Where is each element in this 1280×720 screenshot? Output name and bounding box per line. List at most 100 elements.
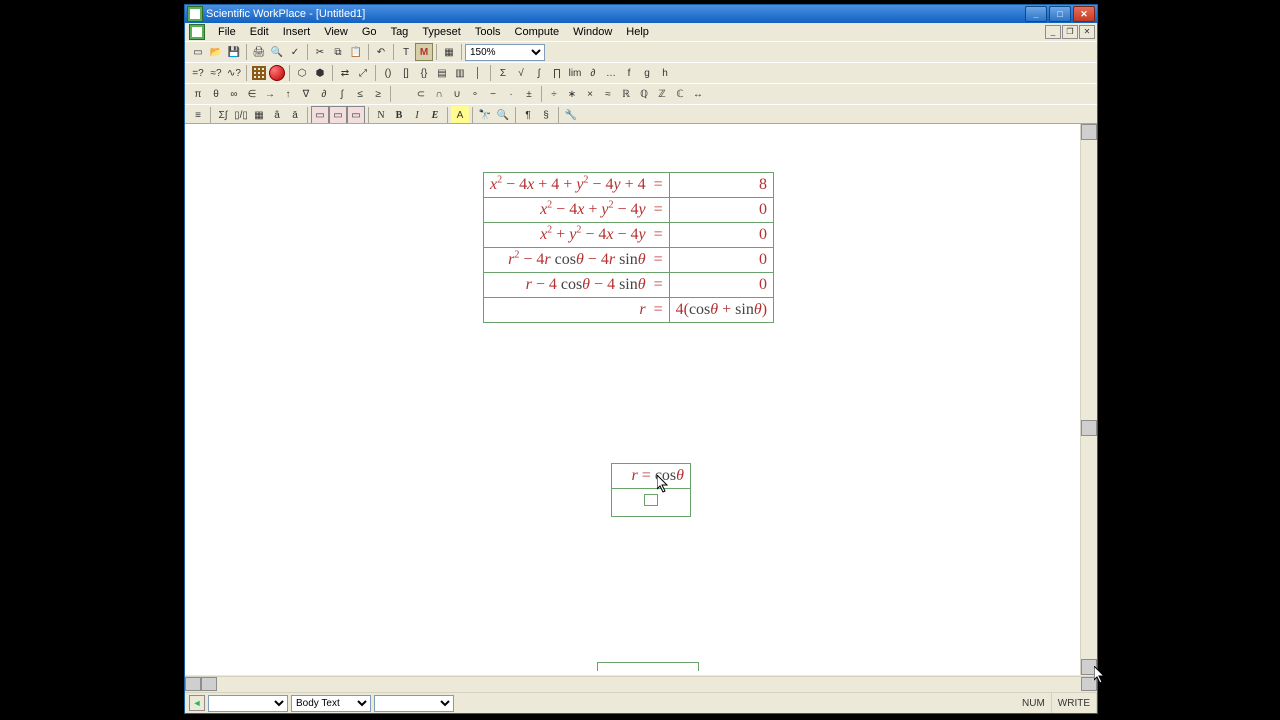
highlighter-icon[interactable]: A <box>451 106 469 124</box>
menu-edit[interactable]: Edit <box>243 25 276 39</box>
eq-cell[interactable]: x2 − 4x + y2 − 4y = <box>484 198 670 223</box>
empty-cell-placeholder[interactable] <box>644 494 658 506</box>
deriv-icon[interactable]: ∂ <box>584 64 602 82</box>
symbol-btn-4[interactable]: → <box>261 85 279 103</box>
fn3-icon[interactable]: h <box>656 64 674 82</box>
eval3-icon[interactable]: ∿? <box>225 64 243 82</box>
paren-icon[interactable]: () <box>379 64 397 82</box>
find-icon[interactable]: 🔍 <box>494 106 512 124</box>
emph-icon[interactable]: E <box>426 106 444 124</box>
scroll-up-icon[interactable] <box>1081 124 1097 140</box>
symbol-btn-10[interactable]: ≥ <box>369 85 387 103</box>
symbol-btn-21[interactable]: × <box>581 85 599 103</box>
equation-small[interactable]: r = cosθ <box>611 463 691 517</box>
hscroll-thumb[interactable] <box>201 677 217 691</box>
det-icon[interactable]: │ <box>469 64 487 82</box>
vector-icon[interactable]: ▥ <box>451 64 469 82</box>
sec-icon[interactable]: ▭ <box>311 106 329 124</box>
print-icon[interactable]: 🖨 <box>250 43 268 61</box>
maximize-button[interactable]: □ <box>1049 6 1071 22</box>
toggle-text-icon[interactable]: T <box>397 43 415 61</box>
symbol-btn-3[interactable]: ∈ <box>243 85 261 103</box>
eq-cell[interactable]: 4(cosθ + sinθ) <box>669 298 773 323</box>
scroll-left-icon[interactable] <box>185 677 201 691</box>
symbol-btn-23[interactable]: ℝ <box>617 85 635 103</box>
eq-cell[interactable]: r2 − 4r cosθ − 4r sinθ = <box>484 248 670 273</box>
table-row[interactable]: r − 4 cosθ − 4 sinθ = 0 <box>484 273 774 298</box>
sec3-icon[interactable]: ▭ <box>347 106 365 124</box>
binoculars-icon[interactable]: 🔭 <box>476 106 494 124</box>
tag-select[interactable] <box>374 695 454 712</box>
int-icon[interactable]: ∫ <box>530 64 548 82</box>
menu-help[interactable]: Help <box>619 25 656 39</box>
preview-icon[interactable]: 🔍 <box>268 43 286 61</box>
zoom-select[interactable]: 150% <box>465 44 545 61</box>
eq-cell[interactable]: r = <box>484 298 670 323</box>
eq-cell[interactable]: r − 4 cosθ − 4 sinθ = <box>484 273 670 298</box>
symbol-btn-18[interactable]: ± <box>520 85 538 103</box>
menu-insert[interactable]: Insert <box>276 25 318 39</box>
eval-icon[interactable]: =? <box>189 64 207 82</box>
minimize-button[interactable]: _ <box>1025 6 1047 22</box>
menu-go[interactable]: Go <box>355 25 384 39</box>
menu-typeset[interactable]: Typeset <box>415 25 468 39</box>
expand-icon[interactable]: ⤢ <box>354 64 372 82</box>
symbol-btn-24[interactable]: ℚ <box>635 85 653 103</box>
scroll-thumb[interactable] <box>1081 420 1097 436</box>
symbol-btn-13[interactable]: ∩ <box>430 85 448 103</box>
brace-icon[interactable]: {} <box>415 64 433 82</box>
scroll-right-icon[interactable] <box>1081 677 1097 691</box>
symbol-btn-7[interactable]: ∂ <box>315 85 333 103</box>
ref2-icon[interactable]: § <box>537 106 555 124</box>
symbol-btn-14[interactable]: ∪ <box>448 85 466 103</box>
nav-back-icon[interactable]: ◄ <box>189 695 205 711</box>
scroll-down-icon[interactable] <box>1081 659 1097 675</box>
menu-compute[interactable]: Compute <box>508 25 567 39</box>
symbol-btn-12[interactable]: ⊂ <box>412 85 430 103</box>
plot-2d-icon[interactable]: ⬡ <box>293 64 311 82</box>
menu-file[interactable]: File <box>211 25 243 39</box>
horizontal-scrollbar[interactable] <box>185 676 1097 691</box>
bold-icon[interactable]: B <box>390 106 408 124</box>
table-row[interactable]: r2 − 4r cosθ − 4r sinθ = 0 <box>484 248 774 273</box>
table-row[interactable]: x2 − 4x + y2 − 4y = 0 <box>484 198 774 223</box>
toggle-math-icon[interactable]: M <box>415 43 433 61</box>
ref-icon[interactable]: ¶ <box>519 106 537 124</box>
symbol-btn-1[interactable]: θ <box>207 85 225 103</box>
menu-window[interactable]: Window <box>566 25 619 39</box>
matrix-icon[interactable]: ▤ <box>433 64 451 82</box>
menu-tools[interactable]: Tools <box>468 25 508 39</box>
simplify-icon[interactable]: ⇄ <box>336 64 354 82</box>
menu-view[interactable]: View <box>317 25 355 39</box>
symbol-btn-9[interactable]: ≤ <box>351 85 369 103</box>
prod-icon[interactable]: ∏ <box>548 64 566 82</box>
paste-icon[interactable]: 📋 <box>347 43 365 61</box>
sqrt-icon[interactable]: √ <box>512 64 530 82</box>
plot-3d-icon[interactable]: ⬢ <box>311 64 329 82</box>
bar-icon[interactable]: ā <box>286 106 304 124</box>
symbol-btn-22[interactable]: ≈ <box>599 85 617 103</box>
symbol-btn-16[interactable]: − <box>484 85 502 103</box>
symbol-btn-20[interactable]: ∗ <box>563 85 581 103</box>
symbol-btn-2[interactable]: ∞ <box>225 85 243 103</box>
equation-table[interactable]: x2 − 4x + 4 + y2 − 4y + 4 = 8 x2 − 4x + … <box>483 172 774 323</box>
eq-cell[interactable]: x2 − 4x + 4 + y2 − 4y + 4 = <box>484 173 670 198</box>
symbol-btn-11[interactable] <box>394 85 412 103</box>
eq-cell[interactable]: 0 <box>669 248 773 273</box>
grid-icon[interactable] <box>250 64 268 82</box>
table-row[interactable]: x2 − 4x + 4 + y2 − 4y + 4 = 8 <box>484 173 774 198</box>
eq-small-row1[interactable]: r = cosθ <box>612 464 690 489</box>
fn2-icon[interactable]: g <box>638 64 656 82</box>
symbol-btn-27[interactable]: ↔ <box>689 85 707 103</box>
vertical-scrollbar[interactable] <box>1080 124 1097 675</box>
cut-icon[interactable]: ✂ <box>311 43 329 61</box>
normal-icon[interactable]: N <box>372 106 390 124</box>
bracket-icon[interactable]: [] <box>397 64 415 82</box>
symbol-btn-5[interactable]: ↑ <box>279 85 297 103</box>
symbol-btn-15[interactable]: ∘ <box>466 85 484 103</box>
table-row[interactable]: x2 + y2 − 4x − 4y = 0 <box>484 223 774 248</box>
record-icon[interactable] <box>268 64 286 82</box>
table-icon[interactable]: ▦ <box>440 43 458 61</box>
open-icon[interactable]: 📂 <box>207 43 225 61</box>
symbol-btn-25[interactable]: ℤ <box>653 85 671 103</box>
